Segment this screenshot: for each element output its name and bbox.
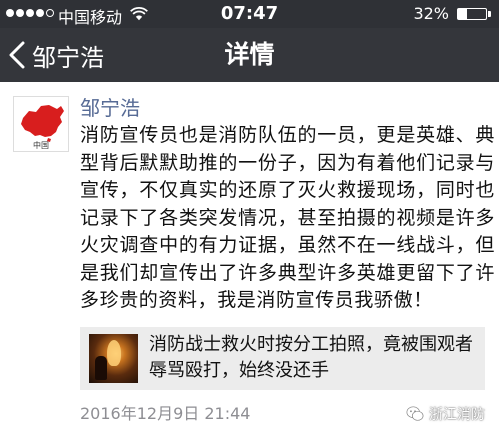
- battery-icon: [457, 8, 487, 20]
- fire-scene-thumbnail: [89, 334, 138, 383]
- shared-link-title: 消防战士救火时按分工拍照，竟被围观者辱骂殴打，始终没还手: [149, 334, 473, 381]
- status-bar: 中国移动 07:47 32%: [0, 0, 499, 28]
- page-title: 详情: [224, 40, 275, 69]
- avatar-text: 中国: [33, 140, 49, 150]
- wechat-logo-icon: [406, 406, 424, 421]
- post-text: 消防宣传员也是消防队伍的一员，更是英雄、典型背后默默助推的一份子，因为有着他们记…: [80, 124, 495, 311]
- avatar[interactable]: 中国: [13, 96, 69, 152]
- shared-link-card[interactable]: 消防战士救火时按分工拍照，竟被围观者辱骂殴打，始终没还手: [80, 327, 485, 390]
- nav-bar: 邹宁浩 详情: [0, 28, 499, 82]
- battery-cap: [488, 11, 491, 17]
- battery-percent: 32%: [413, 4, 449, 23]
- battery-level-fill: [458, 9, 467, 19]
- moment-post: 中国 邹宁浩 消防宣传员也是消防队伍的一员，更是英雄、典型背后默默助推的一份子，…: [0, 82, 499, 438]
- watermark-label: 浙江消防: [429, 407, 485, 423]
- author-name[interactable]: 邹宁浩: [80, 92, 140, 121]
- watermark: 浙江消防: [406, 404, 485, 424]
- post-timestamp: 2016年12月9日 21:44: [80, 404, 251, 423]
- china-map-avatar-icon: 中国: [21, 105, 64, 150]
